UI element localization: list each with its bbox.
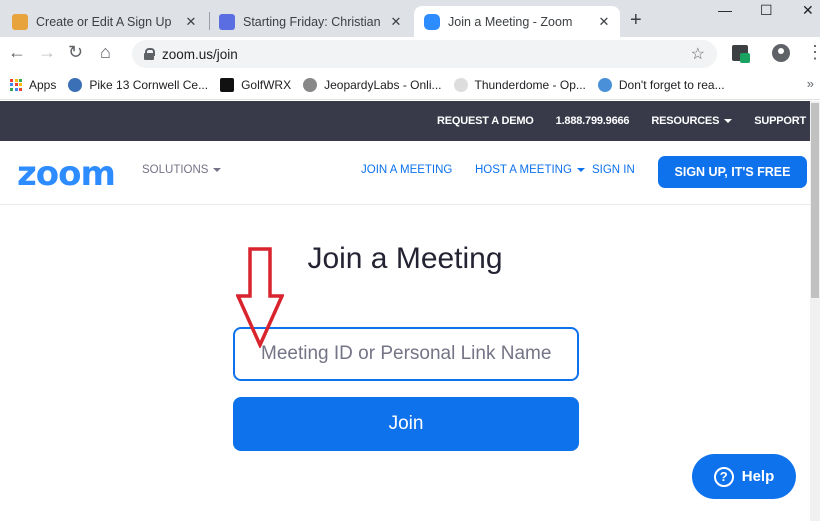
tab-title: Join a Meeting - Zoom xyxy=(448,14,573,29)
host-meeting-label: HOST A MEETING xyxy=(475,164,572,176)
back-arrow-icon[interactable]: ← xyxy=(8,42,26,63)
solutions-menu[interactable]: SOLUTIONS xyxy=(142,164,222,176)
more-bookmarks-icon[interactable]: » xyxy=(807,76,814,91)
bookmarks-bar: Apps Pike 13 Cornwell Ce... GolfWRX Jeop… xyxy=(0,70,820,100)
browser-tab-strip: Create or Edit A Sign Up ✕ Starting Frid… xyxy=(0,0,820,37)
request-demo-link[interactable]: REQUEST A DEMO xyxy=(437,115,534,127)
tab-title: Starting Friday: Christian Fel xyxy=(243,14,380,29)
tab-title: Create or Edit A Sign Up xyxy=(36,14,172,29)
sign-in-link[interactable]: SIGN IN xyxy=(592,164,635,176)
solutions-label: SOLUTIONS xyxy=(142,164,209,176)
resources-menu[interactable]: RESOURCES xyxy=(651,115,733,127)
sign-up-button[interactable]: SIGN UP, IT'S FREE xyxy=(658,156,807,188)
join-meeting-link[interactable]: JOIN A MEETING xyxy=(361,164,452,176)
bookmark-label: Pike 13 Cornwell Ce... xyxy=(89,77,209,92)
bookmark-golfwrx[interactable]: GolfWRX xyxy=(220,77,292,92)
bookmark-dont-forget[interactable]: Don't forget to rea... xyxy=(597,77,725,92)
apps-grid-icon xyxy=(10,78,22,91)
bookmark-jeopardylabs[interactable]: JeopardyLabs - Onli... xyxy=(303,77,442,92)
bookmark-apps[interactable]: Apps xyxy=(10,78,56,92)
support-link[interactable]: SUPPORT xyxy=(754,115,806,127)
new-tab-button[interactable]: + xyxy=(630,9,642,32)
chevron-down-icon xyxy=(213,167,222,172)
golfwrx-logo-icon xyxy=(220,77,235,92)
close-icon[interactable]: ✕ xyxy=(183,14,199,30)
profile-avatar-icon[interactable] xyxy=(772,44,790,62)
bookmark-label: GolfWRX xyxy=(241,77,292,92)
lock-icon xyxy=(144,48,155,60)
tab-join-meeting-zoom[interactable]: Join a Meeting - Zoom ✕ xyxy=(414,6,620,37)
bookmark-pike13[interactable]: Pike 13 Cornwell Ce... xyxy=(68,77,209,92)
globe-icon xyxy=(68,77,83,92)
bookmark-label: JeopardyLabs - Onli... xyxy=(324,77,442,92)
zoom-favicon-icon xyxy=(424,13,440,30)
zoom-logo[interactable]: zoom xyxy=(17,154,116,194)
scrollbar-thumb[interactable] xyxy=(811,103,819,298)
url-text[interactable]: zoom.us/join xyxy=(162,47,691,62)
bookmark-label: Don't forget to rea... xyxy=(618,77,725,92)
calendar-favicon-icon xyxy=(219,13,235,30)
question-icon: ? xyxy=(713,466,734,487)
tab-create-sign-up[interactable]: Create or Edit A Sign Up ✕ xyxy=(2,6,207,37)
annotation-arrow-icon xyxy=(236,247,284,348)
chevron-down-icon xyxy=(724,119,733,124)
forward-arrow-icon[interactable]: → xyxy=(38,42,56,63)
minimize-icon[interactable]: — xyxy=(718,2,732,18)
zoom-top-bar: REQUEST A DEMO 1.888.799.9666 RESOURCES … xyxy=(0,101,820,141)
kebab-menu-icon[interactable]: ⋮ xyxy=(806,42,820,63)
gear-icon xyxy=(303,77,318,92)
help-button[interactable]: ? Help xyxy=(692,454,796,499)
bookmark-label: Thunderdome - Op... xyxy=(474,77,586,92)
thunderdome-icon xyxy=(453,77,468,92)
help-label: Help xyxy=(741,468,775,485)
tab-starting-friday[interactable]: Starting Friday: Christian Fel ✕ xyxy=(209,6,412,37)
home-icon[interactable]: ⌂ xyxy=(100,42,111,63)
signup-favicon-icon xyxy=(12,13,28,30)
bookmark-star-icon[interactable]: ☆ xyxy=(691,44,705,64)
close-icon[interactable]: ✕ xyxy=(388,14,404,30)
extension-icon[interactable] xyxy=(732,45,750,63)
meeting-id-input[interactable] xyxy=(233,327,579,381)
page-title: Join a Meeting xyxy=(307,242,503,275)
bookmark-label: Apps xyxy=(29,77,57,92)
resources-label: RESOURCES xyxy=(651,115,720,127)
reload-icon[interactable]: ↻ xyxy=(68,42,83,63)
bookmark-favicon-icon xyxy=(597,77,612,92)
maximize-icon[interactable]: ☐ xyxy=(760,2,773,19)
chevron-down-icon xyxy=(576,167,585,172)
host-meeting-menu[interactable]: HOST A MEETING xyxy=(475,164,585,176)
close-icon[interactable]: ✕ xyxy=(596,14,612,30)
bookmark-thunderdome[interactable]: Thunderdome - Op... xyxy=(453,77,586,92)
window-close-icon[interactable]: ✕ xyxy=(802,2,814,19)
browser-toolbar: ← → ↻ ⌂ zoom.us/join ☆ ⋮ xyxy=(0,37,820,70)
zoom-main-nav: zoom SOLUTIONS JOIN A MEETING HOST A MEE… xyxy=(0,141,820,205)
phone-number: 1.888.799.9666 xyxy=(555,115,630,127)
address-bar[interactable]: zoom.us/join ☆ xyxy=(132,40,717,68)
join-button[interactable]: Join xyxy=(233,397,579,451)
